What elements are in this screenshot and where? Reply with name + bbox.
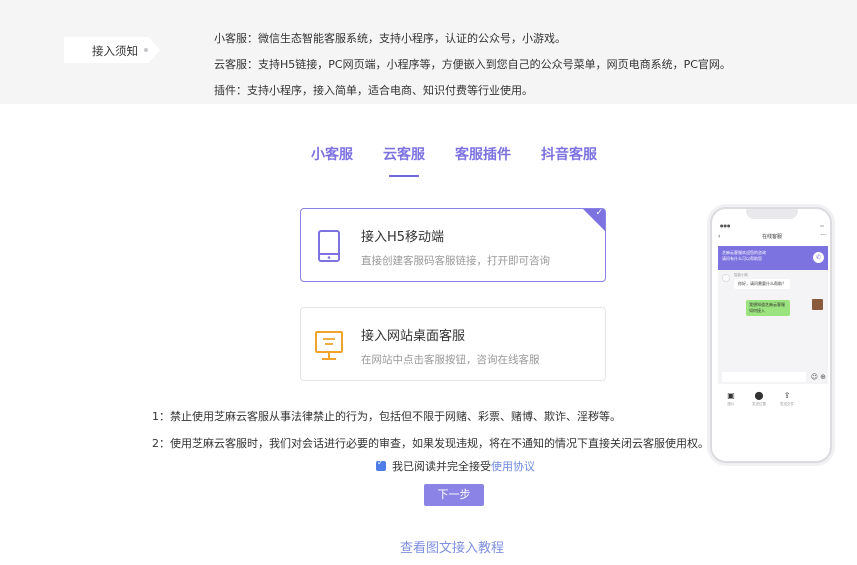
notice-tag: 接入须知: [64, 37, 160, 63]
more-icon: ···: [820, 232, 826, 239]
dot-icon: [144, 48, 148, 52]
phone-chat-header: 芝麻云客服欢迎您的咨询 请问有什么可以帮助您 ✆: [718, 246, 828, 270]
agent-avatar: [722, 274, 730, 282]
usage-rules: 1：禁止使用芝麻云客服从事法律禁止的行为，包括但不限于网赌、彩票、赌博、欺诈、淫…: [152, 403, 709, 457]
image-icon: ▣: [727, 391, 735, 400]
tab-douyin-service[interactable]: 抖音客服: [541, 144, 597, 164]
check-icon: ✓: [595, 208, 603, 218]
tutorial-link[interactable]: 查看图文接入教程: [400, 537, 504, 556]
rule-item: 2：使用芝麻云客服时，我们对会话进行必要的审查，如果发现违规，将在不通知的情况下…: [152, 437, 709, 450]
upload-icon: ⇪: [783, 391, 791, 400]
agreement-link[interactable]: 使用协议: [491, 458, 535, 474]
phone-tool-file: ⇪ 发送文件: [778, 391, 796, 407]
option-title: 接入H5移动端: [361, 230, 445, 245]
phone-header-line2: 请问有什么可以帮助您: [722, 256, 762, 261]
tab-service-plugin[interactable]: 客服插件: [455, 144, 511, 164]
phone-input-field: [722, 372, 806, 382]
service-tabs: 小客服 云客服 客服插件 抖音客服: [0, 144, 857, 180]
mobile-phone-icon: [318, 230, 340, 262]
desktop-monitor-icon: [315, 331, 343, 360]
notice-line-cloud-service: 云客服：支持H5链接，PC网页端，小程序等，方便嵌入到您自己的公众号菜单，网页电…: [214, 58, 731, 71]
phone-chat-area: 智能小助 你好，请问需要什么帮助？ 我想知道芝麻云客服如何接入: [718, 270, 828, 382]
phone-status-bar: ●●● ▭: [720, 223, 824, 228]
rule-item: 1：禁止使用芝麻云客服从事法律禁止的行为，包括但不限于网赌、彩票、赌博、欺诈、淫…: [152, 410, 621, 423]
phone-notch: [746, 209, 798, 219]
back-icon: ‹: [718, 233, 721, 240]
phone-nav-bar: ‹ 在线客服 ···: [718, 232, 826, 240]
phone-preview: ●●● ▭ ‹ 在线客服 ··· 芝麻云客服欢迎您的咨询 请问有什么可以帮助您 …: [710, 207, 832, 463]
tab-cloud-service[interactable]: 云客服: [383, 144, 425, 164]
plus-icon: ⊕: [820, 373, 826, 381]
phone-tool-image: ▣ 图片: [722, 391, 740, 407]
phone-call-icon: ✆: [813, 252, 824, 263]
location-pin-icon: ⬤: [754, 391, 764, 400]
tool-label: 发送文件: [780, 402, 794, 406]
user-avatar: [812, 299, 823, 310]
tab-mini-service[interactable]: 小客服: [311, 144, 353, 164]
option-desktop-web[interactable]: 接入网站桌面客服 在网站中点击客服按钮，咨询在线客服: [300, 307, 606, 381]
agent-message: 你好，请问需要什么帮助？: [734, 279, 790, 289]
option-description: 直接创建客服码客服链接，打开即可咨询: [361, 255, 550, 267]
phone-tool-location: ⬤ 发送位置: [750, 391, 768, 407]
notice-line-plugin: 插件：支持小程序，接入简单，适合电商、知识付费等行业使用。: [214, 84, 533, 97]
phone-input-bar: ☺ ⊕: [718, 370, 828, 384]
notice-lines: 小客服：微信生态智能客服系统，支持小程序，认证的公众号，小游戏。 云客服：支持H…: [214, 26, 731, 104]
tool-label: 图片: [727, 402, 735, 406]
next-button[interactable]: 下一步: [424, 484, 484, 506]
emoji-icon: ☺: [810, 373, 818, 381]
tool-label: 发送位置: [752, 402, 766, 406]
notice-line-mini-service: 小客服：微信生态智能客服系统，支持小程序，认证的公众号，小游戏。: [214, 32, 566, 45]
signal-icon: ●●●: [720, 223, 731, 228]
option-h5-mobile[interactable]: ✓ 接入H5移动端 直接创建客服码客服链接，打开即可咨询: [300, 208, 606, 282]
option-title: 接入网站桌面客服: [361, 329, 466, 344]
battery-icon: ▭: [820, 223, 824, 228]
agreement-checkbox[interactable]: [376, 458, 386, 471]
option-description: 在网站中点击客服按钮，咨询在线客服: [361, 354, 540, 366]
agreement-text: 我已阅读并完全接受: [392, 460, 491, 473]
phone-header-text: 芝麻云客服欢迎您的咨询 请问有什么可以帮助您: [722, 250, 766, 262]
agreement-row: 我已阅读并完全接受 使用协议: [376, 458, 535, 474]
phone-toolbar: ▣ 图片 ⬤ 发送位置 ⇪ 发送文件: [722, 391, 822, 407]
phone-nav-title: 在线客服: [761, 234, 782, 240]
user-message: 我想知道芝麻云客服如何接入: [746, 300, 790, 316]
agent-name: 智能小助: [734, 273, 748, 277]
active-tab-underline: [389, 175, 419, 177]
notice-banner: 接入须知 小客服：微信生态智能客服系统，支持小程序，认证的公众号，小游戏。 云客…: [0, 0, 857, 104]
notice-tag-label: 接入须知: [92, 44, 138, 58]
